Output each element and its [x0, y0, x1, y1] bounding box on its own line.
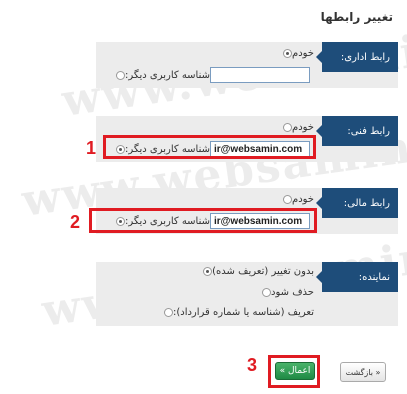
- option-label: خودم: [292, 194, 314, 205]
- radio-define[interactable]: [163, 308, 173, 317]
- radio-self[interactable]: [283, 123, 292, 132]
- page-title: تغییر رابطها: [320, 10, 393, 24]
- radio-other-user-id[interactable]: [116, 70, 126, 80]
- section-admin-contact: رابط اداری: خودم شناسه کاربری دیگر:: [96, 42, 398, 88]
- option-other-user-id[interactable]: شناسه کاربری دیگر:: [112, 67, 314, 83]
- radio-self[interactable]: [283, 49, 292, 58]
- option-self[interactable]: خودم: [279, 122, 314, 133]
- section-representative: نماینده: بدون تغییر (تعریف شده) حذف شود …: [96, 262, 398, 326]
- section-label: نماینده:: [316, 262, 398, 292]
- section-billing-contact: رابط مالی: خودم شناسه کاربری دیگر:: [96, 188, 398, 234]
- section-label: رابط فنی:: [316, 116, 398, 146]
- option-label: بدون تغییر (تعریف شده): [212, 266, 314, 277]
- option-label: شناسه کاربری دیگر:: [125, 143, 210, 155]
- option-label: خودم: [292, 48, 314, 59]
- option-define[interactable]: تعریف (شناسه یا شماره قرارداد):: [160, 307, 314, 318]
- option-label: حذف شود: [271, 287, 314, 298]
- radio-no-change[interactable]: [203, 267, 213, 276]
- option-self[interactable]: خودم: [279, 194, 314, 205]
- option-delete[interactable]: حذف شود: [258, 287, 314, 298]
- option-label: تعریف (شناسه یا شماره قرارداد):: [172, 307, 314, 318]
- callout-number-3: 3: [247, 355, 258, 375]
- section-technical-contact: رابط فنی: خودم شناسه کاربری دیگر:: [96, 116, 398, 162]
- other-user-id-input[interactable]: [210, 141, 310, 157]
- callout-number-1: 1: [86, 138, 97, 158]
- other-user-id-input[interactable]: [210, 213, 310, 229]
- radio-other-user-id[interactable]: [116, 144, 126, 154]
- option-other-user-id[interactable]: شناسه کاربری دیگر:: [112, 141, 314, 157]
- radio-other-user-id[interactable]: [116, 216, 126, 226]
- option-no-change[interactable]: بدون تغییر (تعریف شده): [199, 266, 314, 277]
- callout-number-2: 2: [70, 212, 81, 232]
- radio-self[interactable]: [283, 195, 292, 204]
- section-label: رابط مالی:: [316, 188, 398, 218]
- back-button[interactable]: « بازگشت: [340, 362, 386, 382]
- option-other-user-id[interactable]: شناسه کاربری دیگر:: [112, 213, 314, 229]
- apply-button[interactable]: اعمال »: [275, 362, 315, 380]
- section-label: رابط اداری:: [316, 42, 398, 72]
- other-user-id-input[interactable]: [210, 67, 310, 83]
- option-label: خودم: [292, 122, 314, 133]
- option-self[interactable]: خودم: [279, 48, 314, 59]
- option-label: شناسه کاربری دیگر:: [125, 69, 210, 81]
- radio-delete[interactable]: [262, 288, 272, 297]
- option-label: شناسه کاربری دیگر:: [125, 215, 210, 227]
